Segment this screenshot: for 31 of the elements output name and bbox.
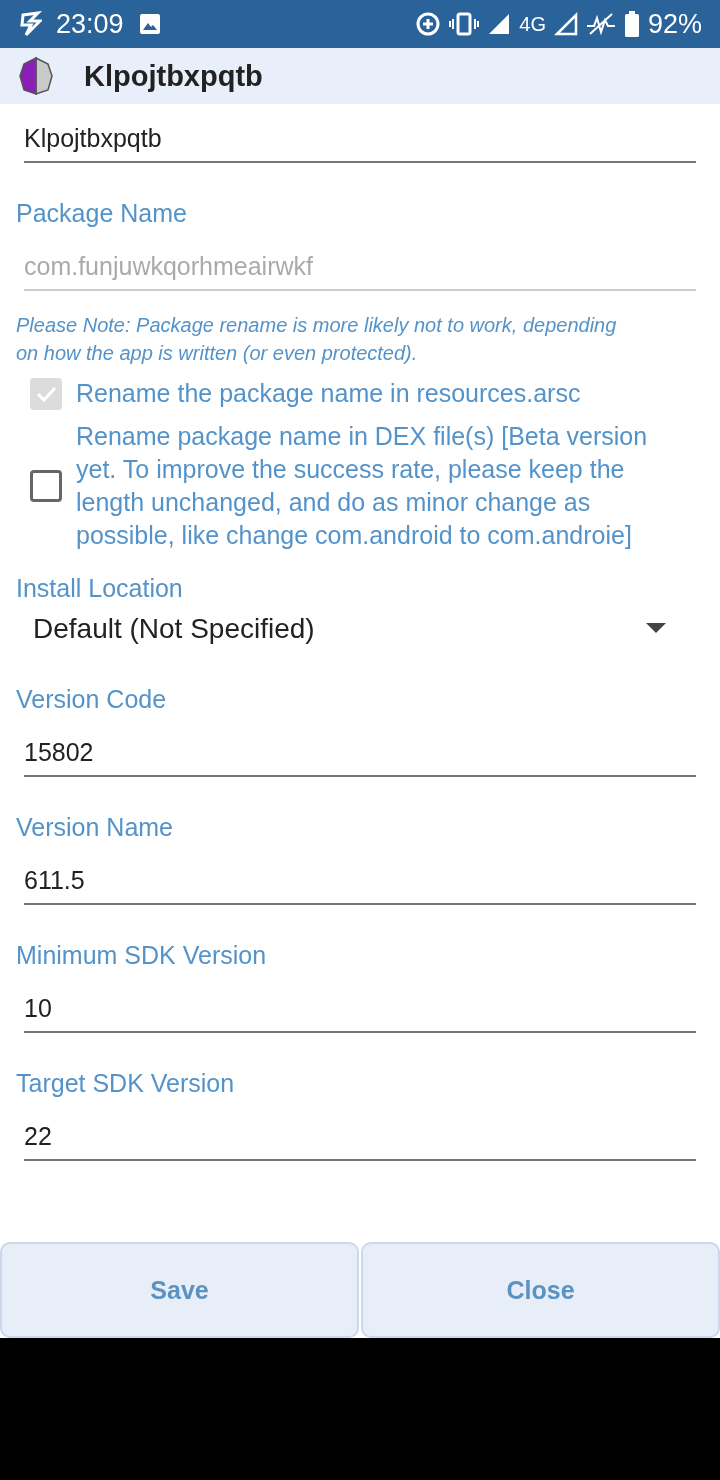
- text-field[interactable]: 10: [24, 974, 696, 1033]
- field-label: Install Location: [16, 574, 184, 603]
- note-text: Please Note: Package rename is more likely not to work, depending on how the app is written (or even protected).: [16, 313, 618, 366]
- vibrate-icon: [449, 12, 480, 36]
- field-label: Target SDK Version: [16, 1069, 236, 1098]
- checkbox[interactable]: [30, 470, 62, 502]
- network-type-text: 4G: [519, 12, 546, 36]
- checkbox-label: Rename package name in DEX file(s) [Beta version yet. To improve the success rate, please keep the length unchanged, and do as minor change as possible, like change com.android to com.androie]: [76, 421, 649, 551]
- data-saver-icon: [415, 11, 442, 37]
- clock-text: 23:09: [56, 8, 124, 40]
- dropdown-caret-icon: [646, 623, 666, 635]
- signal-outline-icon: [553, 12, 578, 36]
- text-field[interactable]: 22: [24, 1102, 696, 1161]
- app-name-field[interactable]: Klpojtbxpqtb: [24, 104, 696, 163]
- no-signal-icon: [585, 12, 616, 36]
- battery-icon: [623, 11, 640, 37]
- dropdown-value: Default (Not Specified): [33, 613, 315, 645]
- image-icon: [137, 12, 162, 36]
- field-label: Version Name: [16, 813, 175, 842]
- field-label: Minimum SDK Version: [16, 941, 268, 970]
- field-label: Package Name: [16, 199, 188, 228]
- text-field[interactable]: 15802: [24, 718, 696, 777]
- install-location-dropdown[interactable]: Default (Not Specified): [16, 607, 696, 649]
- app-logo-icon: [20, 11, 42, 37]
- app-title: Klpojtbxpqtb: [84, 59, 263, 93]
- checkbox-label: Rename the package name in resources.arsc: [76, 378, 581, 409]
- shield-logo-icon: [18, 56, 54, 96]
- battery-text: 92%: [647, 8, 702, 40]
- text-field[interactable]: 611.5: [24, 846, 696, 905]
- signal-icon: [487, 12, 512, 36]
- field-label: Version Code: [16, 685, 168, 714]
